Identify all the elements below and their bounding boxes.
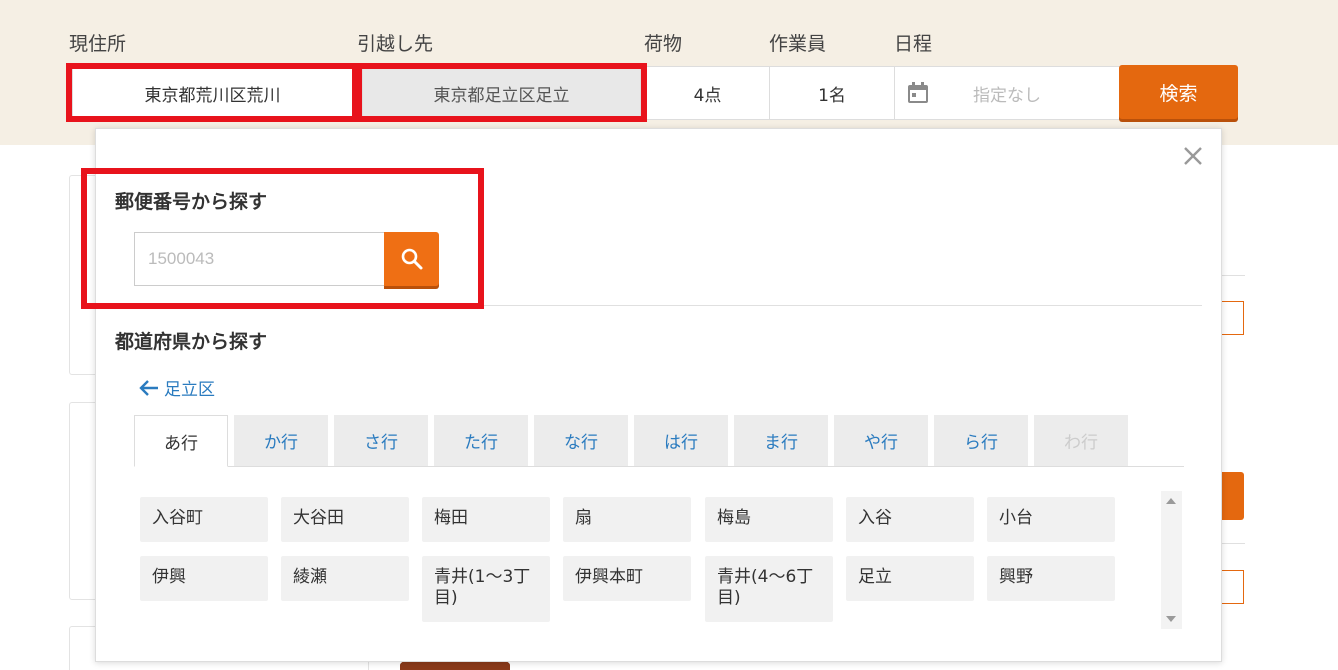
close-icon[interactable] bbox=[1182, 145, 1204, 167]
current-address-label: 現住所 bbox=[69, 33, 127, 55]
search-button[interactable]: 検索 bbox=[1119, 65, 1238, 119]
town-item[interactable]: 入谷 bbox=[846, 497, 974, 542]
town-item[interactable]: 梅田 bbox=[422, 497, 550, 542]
town-item[interactable]: 綾瀬 bbox=[281, 556, 409, 601]
back-link[interactable]: 足立区 bbox=[138, 375, 215, 400]
address-selector-popup: 郵便番号から探す 都道府県から探す 足立区 あ行 か行 さ行 た行 な行 は行 … bbox=[95, 128, 1222, 662]
calendar-icon bbox=[908, 82, 928, 103]
zip-input[interactable] bbox=[134, 232, 386, 286]
staff-label: 作業員 bbox=[769, 33, 827, 55]
schedule-label: 日程 bbox=[894, 33, 933, 55]
luggage-label: 荷物 bbox=[644, 33, 683, 55]
tab-wa: わ行 bbox=[1034, 415, 1128, 466]
town-item[interactable]: 青井(4～6丁目) bbox=[705, 556, 833, 622]
scroll-up-arrow-icon[interactable] bbox=[1166, 498, 1176, 504]
town-item[interactable]: 青井(1～3丁目) bbox=[422, 556, 550, 622]
background-button bbox=[1221, 472, 1244, 520]
town-item[interactable]: 入谷町 bbox=[140, 497, 268, 542]
town-item[interactable]: 伊興本町 bbox=[563, 556, 691, 601]
town-item[interactable]: 足立 bbox=[846, 556, 974, 601]
tab-sa[interactable]: さ行 bbox=[334, 415, 428, 466]
town-list-scrollbar[interactable] bbox=[1161, 491, 1182, 629]
section-divider bbox=[96, 305, 1202, 306]
tab-ha[interactable]: は行 bbox=[634, 415, 728, 466]
zip-search-button[interactable] bbox=[384, 232, 439, 286]
tab-na[interactable]: な行 bbox=[534, 415, 628, 466]
tab-a[interactable]: あ行 bbox=[134, 415, 228, 467]
staff-field[interactable]: 1名 bbox=[769, 66, 895, 120]
zip-heading: 郵便番号から探す bbox=[115, 191, 268, 213]
destination-field[interactable]: 東京都足立区足立 bbox=[362, 66, 641, 120]
arrow-left-icon bbox=[139, 379, 158, 396]
town-item[interactable]: 興野 bbox=[987, 556, 1115, 601]
kana-tabs: あ行 か行 さ行 た行 な行 は行 ま行 や行 ら行 わ行 bbox=[134, 415, 1184, 467]
background-divider bbox=[1221, 275, 1245, 276]
town-item[interactable]: 梅島 bbox=[705, 497, 833, 542]
destination-label: 引越し先 bbox=[357, 33, 434, 55]
tab-ra[interactable]: ら行 bbox=[934, 415, 1028, 466]
tab-ta[interactable]: た行 bbox=[434, 415, 528, 466]
luggage-field[interactable]: 4点 bbox=[645, 66, 770, 120]
tab-ya[interactable]: や行 bbox=[834, 415, 928, 466]
schedule-placeholder: 指定なし bbox=[973, 85, 1041, 106]
tab-ka[interactable]: か行 bbox=[234, 415, 328, 466]
scroll-down-arrow-icon[interactable] bbox=[1166, 616, 1176, 622]
search-icon bbox=[401, 248, 422, 270]
prefecture-heading: 都道府県から探す bbox=[115, 331, 268, 353]
back-link-label: 足立区 bbox=[164, 380, 215, 400]
town-item[interactable]: 大谷田 bbox=[281, 497, 409, 542]
town-item[interactable]: 伊興 bbox=[140, 556, 268, 601]
town-item[interactable]: 小台 bbox=[987, 497, 1115, 542]
current-address-field[interactable]: 東京都荒川区荒川 bbox=[72, 66, 353, 120]
background-divider bbox=[1221, 543, 1245, 544]
tab-ma[interactable]: ま行 bbox=[734, 415, 828, 466]
town-item[interactable]: 扇 bbox=[563, 497, 691, 542]
schedule-field[interactable]: 指定なし bbox=[894, 66, 1120, 120]
